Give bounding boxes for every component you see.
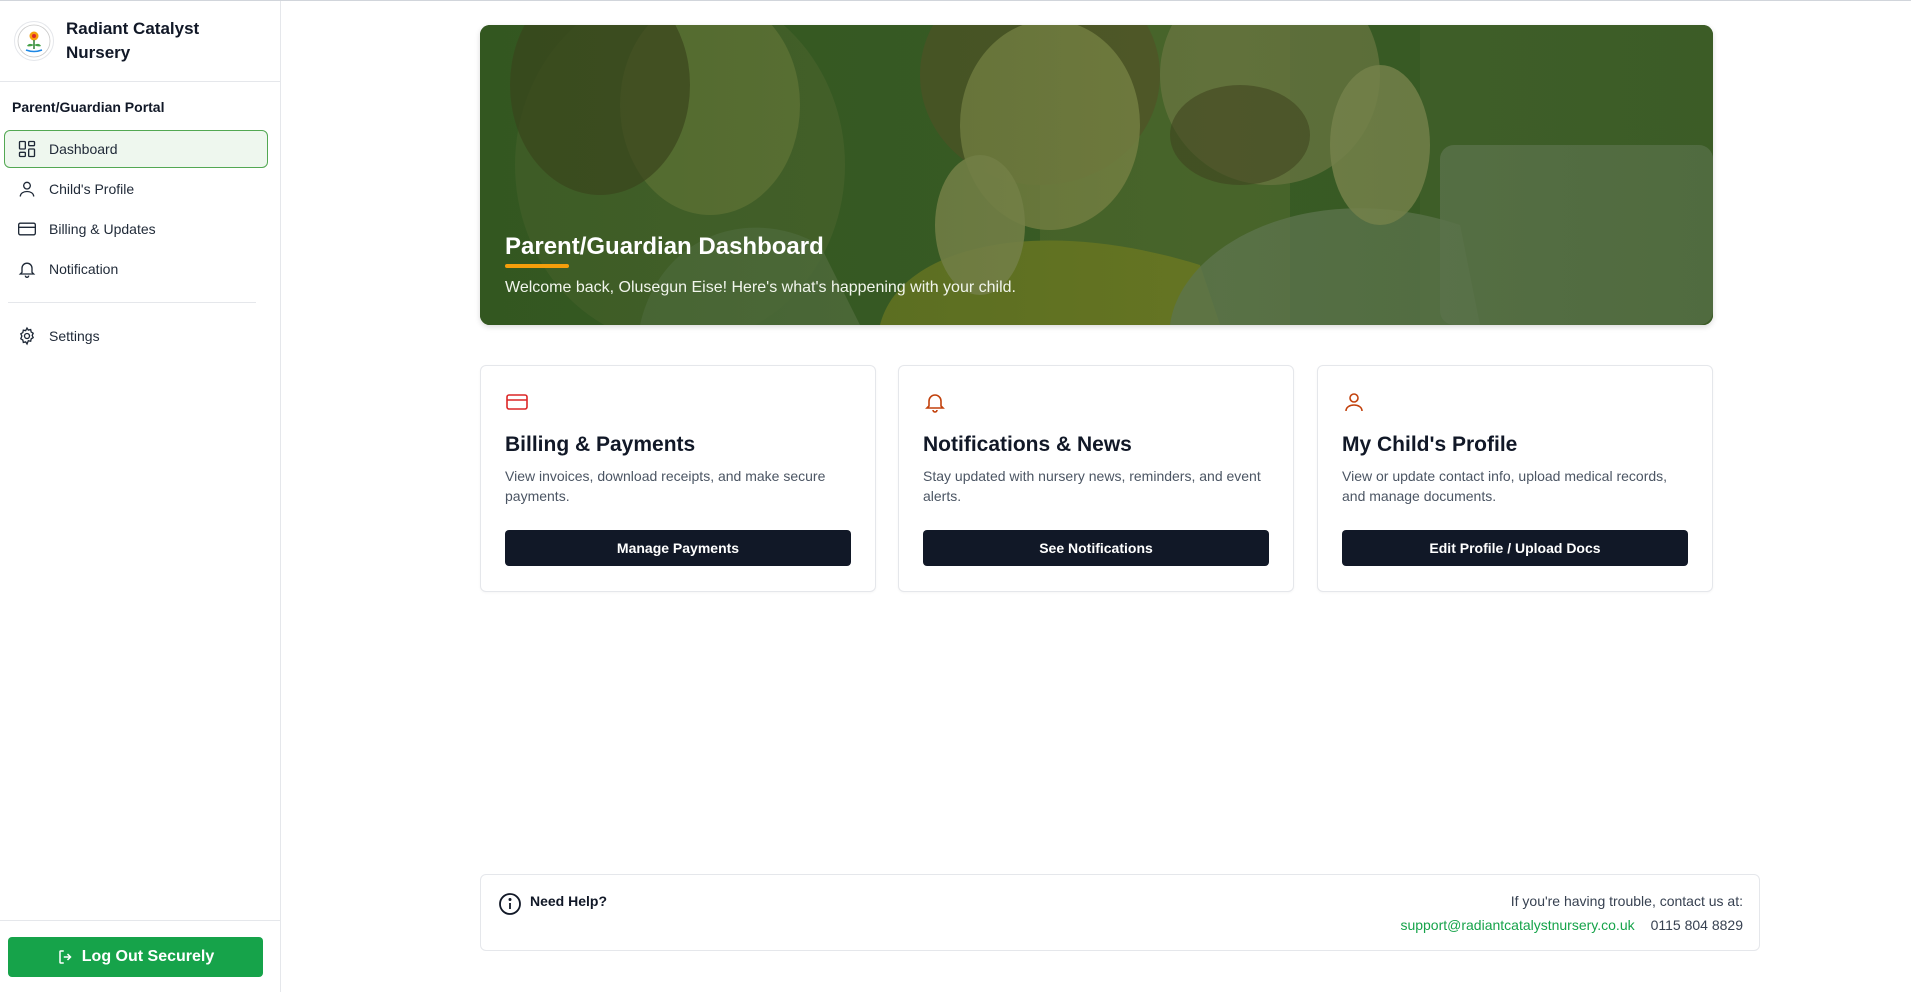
user-icon [19, 181, 35, 197]
nav-divider [8, 302, 256, 303]
gear-icon [19, 326, 35, 346]
brand-header: Radiant Catalyst Nursery [0, 1, 280, 82]
logout-label: Log Out Securely [81, 948, 215, 965]
manage-payments-button[interactable]: Manage Payments [505, 530, 851, 566]
card-description: View invoices, download receipts, and ma… [505, 468, 826, 504]
sidebar-item-label: Dashboard [49, 141, 118, 157]
sidebar-item-label: Notification [49, 261, 119, 277]
edit-profile-button[interactable]: Edit Profile / Upload Docs [1342, 530, 1688, 566]
card-title: Billing & Payments [505, 433, 696, 456]
welcome-message: Welcome back, Olusegun Eise! Here's what… [505, 279, 1016, 296]
sidebar-item-billing-updates[interactable]: Billing & Updates [4, 210, 268, 248]
help-contact-line: support@radiantcatalystnursery.co.uk 011… [1400, 917, 1743, 933]
credit-card-icon [18, 222, 36, 236]
support-phone[interactable]: 0115 804 8829 [1651, 917, 1743, 933]
sidebar: Radiant Catalyst Nursery Parent/Guardian… [0, 1, 281, 992]
card-title: My Child's Profile [1342, 433, 1518, 456]
bell-icon [925, 394, 945, 413]
sidebar-item-childs-profile[interactable]: Child's Profile [4, 170, 268, 208]
sidebar-item-label: Child's Profile [49, 181, 135, 197]
window-top-border [0, 0, 1911, 1]
user-icon [1345, 393, 1363, 412]
card-description: View or update contact info, upload medi… [1342, 468, 1668, 504]
page-title: Parent/Guardian Dashboard [505, 233, 824, 260]
help-contact-label: If you're having trouble, contact us at: [1510, 893, 1743, 909]
help-title: Need Help? [530, 893, 608, 909]
hero-banner: Parent/Guardian Dashboard Welcome back, … [480, 25, 1713, 325]
sidebar-item-settings[interactable]: Settings [4, 317, 268, 355]
see-notifications-button[interactable]: See Notifications [923, 530, 1269, 566]
sidebar-item-label: Settings [49, 328, 100, 344]
card-title: Notifications & News [923, 433, 1132, 456]
help-panel: Need Help? If you're having trouble, con… [480, 874, 1760, 951]
sidebar-footer: Log Out Securely [0, 920, 280, 992]
info-icon [499, 893, 521, 915]
logout-button[interactable]: Log Out Securely [8, 937, 263, 977]
sidebar-item-label: Billing & Updates [49, 221, 156, 237]
sidebar-nav: Dashboard Child's Profile Billing & Upda… [0, 130, 280, 355]
brand-name: Radiant Catalyst Nursery [66, 19, 200, 62]
billing-card: Billing & Payments View invoices, downlo… [480, 365, 876, 592]
logout-icon [59, 950, 72, 964]
dashboard-grid-icon [18, 140, 36, 158]
child-profile-card: My Child's Profile View or update contac… [1317, 365, 1713, 592]
sidebar-item-dashboard[interactable]: Dashboard [4, 130, 268, 168]
portal-section-label: Parent/Guardian Portal [12, 99, 165, 115]
nursery-logo[interactable] [14, 21, 54, 61]
bell-icon [18, 262, 36, 278]
sidebar-item-notification[interactable]: Notification [4, 250, 268, 288]
notifications-card: Notifications & News Stay updated with n… [898, 365, 1294, 592]
support-email-link[interactable]: support@radiantcatalystnursery.co.uk [1400, 917, 1634, 933]
credit-card-icon [506, 394, 528, 410]
title-underline [505, 264, 569, 268]
card-description: Stay updated with nursery news, reminder… [923, 468, 1261, 504]
